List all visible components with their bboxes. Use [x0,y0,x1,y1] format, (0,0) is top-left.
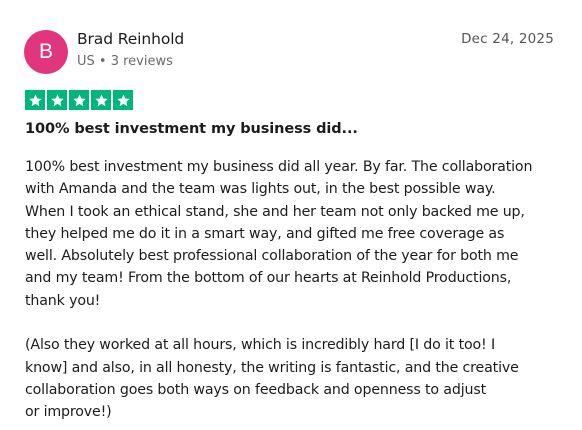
review-paragraph: (Also they worked at all hours, which is… [25,334,565,423]
avatar[interactable]: B [24,30,68,74]
review-line: with Amanda and the team was lights out,… [25,181,496,198]
review-line: they helped me do it in a smart way, and… [25,225,505,242]
star-icon [47,90,67,110]
review-line: thank you! [25,292,101,309]
reviewer-meta: US • 3 reviews [77,54,173,69]
review-line: When I took an ethical stand, she and he… [25,203,525,220]
review-paragraph: 100% best investment my business did all… [25,156,565,312]
avatar-initial: B [38,40,53,63]
review-line: and my team! From the bottom of our hear… [25,270,512,287]
star-rating [25,90,133,110]
review-line: 100% best investment my business did all… [25,159,533,175]
review-line: collaboration goes both ways on feedback… [25,381,486,398]
review-line: know] and also, in all honesty, the writ… [25,359,519,376]
review-title[interactable]: 100% best investment my business did... [25,121,358,137]
star-icon [69,90,89,110]
review-date: Dec 24, 2025 [461,31,554,47]
star-icon [25,90,45,110]
review-line: well. Absolutely best professional colla… [25,248,519,265]
reviewer-name[interactable]: Brad Reinhold [77,30,184,48]
review-card: B Brad Reinhold US • 3 reviews Dec 24, 2… [0,0,582,430]
star-icon [91,90,111,110]
review-body: 100% best investment my business did all… [25,156,565,424]
review-line: (Also they worked at all hours, which is… [25,337,495,354]
star-icon [113,90,133,110]
review-line: or improve!) [25,404,112,421]
